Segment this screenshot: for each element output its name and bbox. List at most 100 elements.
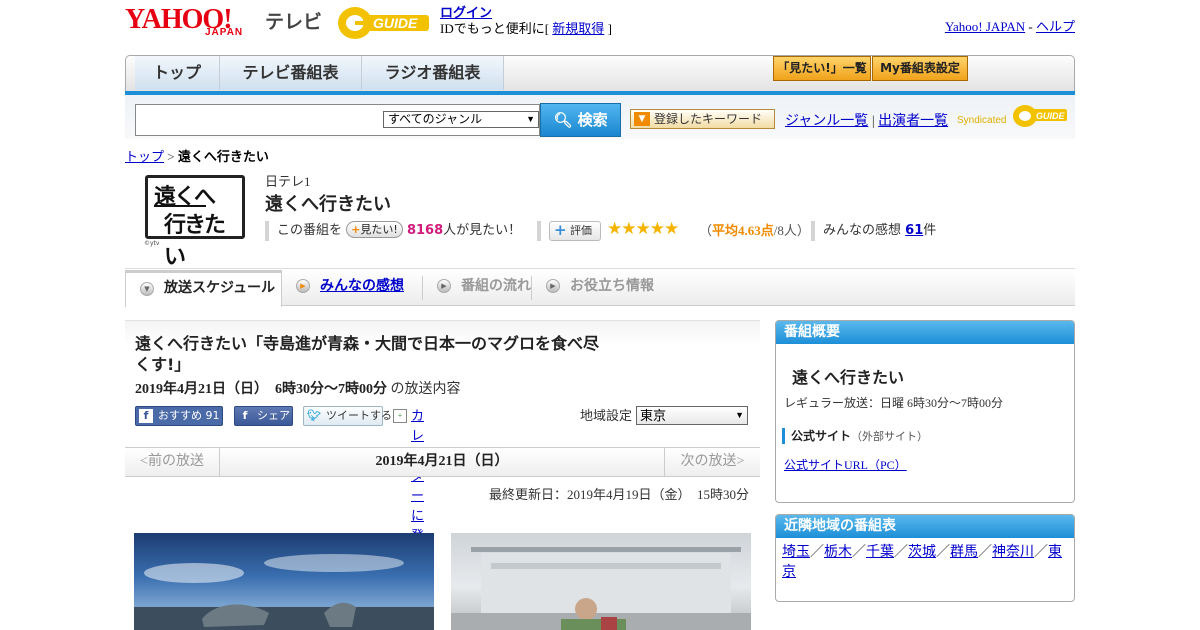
region-label: 地域設定 — [580, 408, 633, 423]
rating-average: （平均4.63点/8人） — [699, 223, 810, 238]
watch-prefix: この番組を — [277, 223, 343, 238]
login-link[interactable]: ログイン — [440, 5, 492, 20]
rating-button[interactable]: + 評価 — [549, 221, 601, 241]
official-site-link[interactable]: 公式サイトURL（PC） — [784, 456, 907, 473]
date-navigation: <前の放送 2019年4月21日（日） 次の放送> — [125, 447, 760, 477]
last-updated: 最終更新日：2019年4月19日（金） 15時30分 — [488, 487, 749, 502]
facebook-icon: f — [242, 409, 248, 422]
search-button[interactable]: 🔍︎ 検索 — [540, 103, 621, 137]
genre-select-value: すべてのジャンル — [388, 112, 483, 126]
tab-flow[interactable]: ▶ 番組の流れ — [423, 270, 531, 306]
mitai-button[interactable]: +見たい! — [346, 221, 403, 238]
my-bangumi-settings-button[interactable]: My番組表設定 — [872, 56, 968, 81]
nearby-regions-list: 埼玉／栃木／千葉／茨城／群馬／神奈川／東京 — [782, 543, 1067, 583]
syndicated-text: Syndicated — [957, 115, 1006, 126]
region-sep: ／ — [852, 545, 866, 560]
dropdown-arrow-icon: ▼ — [735, 410, 744, 420]
main-nav: トップ テレビ番組表 ラジオ番組表 「見たい!」一覧 My番組表設定 — [125, 55, 1075, 93]
region-select-value: 東京 — [640, 408, 667, 423]
tab-useful-label: お役立ち情報 — [570, 278, 654, 294]
facebook-icon: f — [139, 409, 153, 423]
registered-keywords-label: 登録したキーワード — [654, 112, 763, 126]
facebook-share-button[interactable]: f シェア — [234, 406, 293, 426]
yahoo-japan-logo-text: JAPAN — [205, 27, 244, 38]
program-logo: 遠くへ 行きたい — [145, 175, 245, 270]
episode-photo-art — [451, 547, 751, 630]
breadcrumb-top-link[interactable]: トップ — [125, 149, 164, 164]
region-link-kanagawa[interactable]: 神奈川 — [992, 545, 1034, 560]
genre-select[interactable]: すべてのジャンル ▼ — [383, 111, 539, 128]
login-sub-prefix: IDでもっと便利に[ — [440, 21, 550, 36]
region-link-tochigi[interactable]: 栃木 — [824, 545, 852, 560]
twitter-bird-icon: 🐦︎ — [307, 409, 321, 422]
program-title: 遠くへ行きたい — [265, 194, 391, 215]
nav-tab-top[interactable]: トップ — [135, 56, 220, 90]
official-site-heading: 公式サイト（外部サイト） — [782, 428, 928, 444]
nav-tab-tv-listings[interactable]: テレビ番組表 — [220, 56, 362, 90]
help-link[interactable]: ヘルプ — [1036, 19, 1075, 34]
mitai-list-button[interactable]: 「見たい!」一覧 — [773, 56, 871, 81]
watch-suffix: 人が見たい！ — [443, 223, 522, 238]
region-sep: ／ — [894, 545, 908, 560]
tab-impressions[interactable]: ▶ みんなの感想 — [282, 270, 422, 306]
region-link-saitama[interactable]: 埼玉 — [782, 545, 810, 560]
facebook-recommend-button[interactable]: f おすすめ 91 — [135, 406, 223, 426]
program-logo-line2: 行きたい — [164, 213, 226, 270]
guide-logo-text: GUIDE — [373, 15, 418, 31]
region-link-gunma[interactable]: 群馬 — [950, 545, 978, 560]
next-broadcast-button[interactable]: 次の放送> — [664, 448, 760, 476]
region-link-ibaraki[interactable]: 茨城 — [908, 545, 936, 560]
signup-link[interactable]: 新規取得 — [552, 21, 604, 36]
facebook-recommend-label: おすすめ — [158, 409, 202, 422]
tv-logo-text[interactable]: テレビ — [265, 7, 322, 34]
syndicated-guide-text: GUIDE — [1036, 111, 1066, 121]
nav-tab-radio-listings[interactable]: ラジオ番組表 — [362, 56, 504, 90]
search-links: ジャンル一覧 | 出演者一覧 — [785, 110, 948, 130]
program-logo-credit: ©ytv — [144, 240, 160, 247]
registered-keywords-button[interactable]: ▼ 登録したキーワード — [630, 109, 775, 129]
chevron-down-icon: ▼ — [140, 282, 154, 296]
facebook-share-label: シェア — [257, 409, 290, 422]
breadcrumb-current: 遠くへ行きたい — [177, 149, 269, 164]
g-guide-logo[interactable]: GUIDE — [335, 5, 433, 41]
syndicated-g-guide-logo: Syndicated GUIDE — [957, 105, 1067, 127]
link-divider: | — [871, 114, 875, 129]
performer-list-link[interactable]: 出演者一覧 — [878, 114, 948, 129]
genre-list-link[interactable]: ジャンル一覧 — [785, 114, 868, 129]
facebook-recommend-count: 91 — [205, 409, 220, 422]
tab-schedule[interactable]: ▼ 放送スケジュール — [125, 270, 282, 307]
region-setting: 地域設定 東京 ▼ — [580, 406, 748, 426]
impressions-count-link[interactable]: 61 — [905, 223, 923, 238]
episode-title: 遠くへ行きたい「寺島進が青森・大間で日本一のマグロを食べ尽くす!」 — [135, 334, 600, 374]
login-sub-suffix: ] — [607, 21, 612, 36]
nearby-regions-header: 近隣地域の番組表 — [776, 515, 1074, 538]
triangle-down-icon: ▼ — [634, 112, 650, 126]
tab-impressions-link[interactable]: みんなの感想 — [320, 278, 404, 294]
mitai-count: 8168 — [406, 223, 444, 238]
breadcrumb: トップ > 遠くへ行きたい — [125, 146, 269, 165]
region-sep: ／ — [936, 545, 950, 560]
tab-useful[interactable]: ▶ お役立ち情報 — [532, 270, 662, 306]
divider — [125, 268, 1075, 269]
rating-average-value: 平均4.63点 — [712, 223, 774, 238]
official-site-label: 公式サイト — [791, 429, 852, 443]
region-sep: ／ — [810, 545, 824, 560]
program-overview-box: 番組概要 遠くへ行きたい レギュラー放送：日曜 6時30分～7時00分 公式サイ… — [775, 320, 1075, 503]
tab-schedule-label: 放送スケジュール — [164, 280, 276, 296]
tweet-button[interactable]: 🐦︎ ツイートする — [303, 406, 392, 426]
episode-datetime: 2019年4月21日（日） 6時30分～7時00分 の放送内容 — [135, 378, 461, 398]
channel-name: 日テレ1 — [265, 174, 311, 189]
region-link-chiba[interactable]: 千葉 — [866, 545, 894, 560]
nearby-regions-box: 近隣地域の番組表 埼玉／栃木／千葉／茨城／群馬／神奈川／東京 — [775, 514, 1075, 602]
program-overview-header: 番組概要 — [776, 321, 1074, 344]
yahoo-japan-link[interactable]: Yahoo! JAPAN — [945, 19, 1025, 34]
current-broadcast-date: 2019年4月21日（日） — [375, 454, 509, 469]
mitai-button-label: 見たい! — [360, 223, 398, 236]
header-separator: - — [1028, 19, 1033, 34]
prev-broadcast-button[interactable]: <前の放送 — [125, 448, 220, 476]
calendar-icon: + — [393, 409, 407, 423]
region-select[interactable]: 東京 ▼ — [636, 406, 748, 425]
impressions-label: みんなの感想 — [823, 223, 902, 238]
chevron-right-icon: ▶ — [437, 279, 451, 293]
episode-info: 遠くへ行きたい「寺島進が青森・大間で日本一のマグロを食べ尽くす!」 2019年4… — [125, 320, 760, 563]
